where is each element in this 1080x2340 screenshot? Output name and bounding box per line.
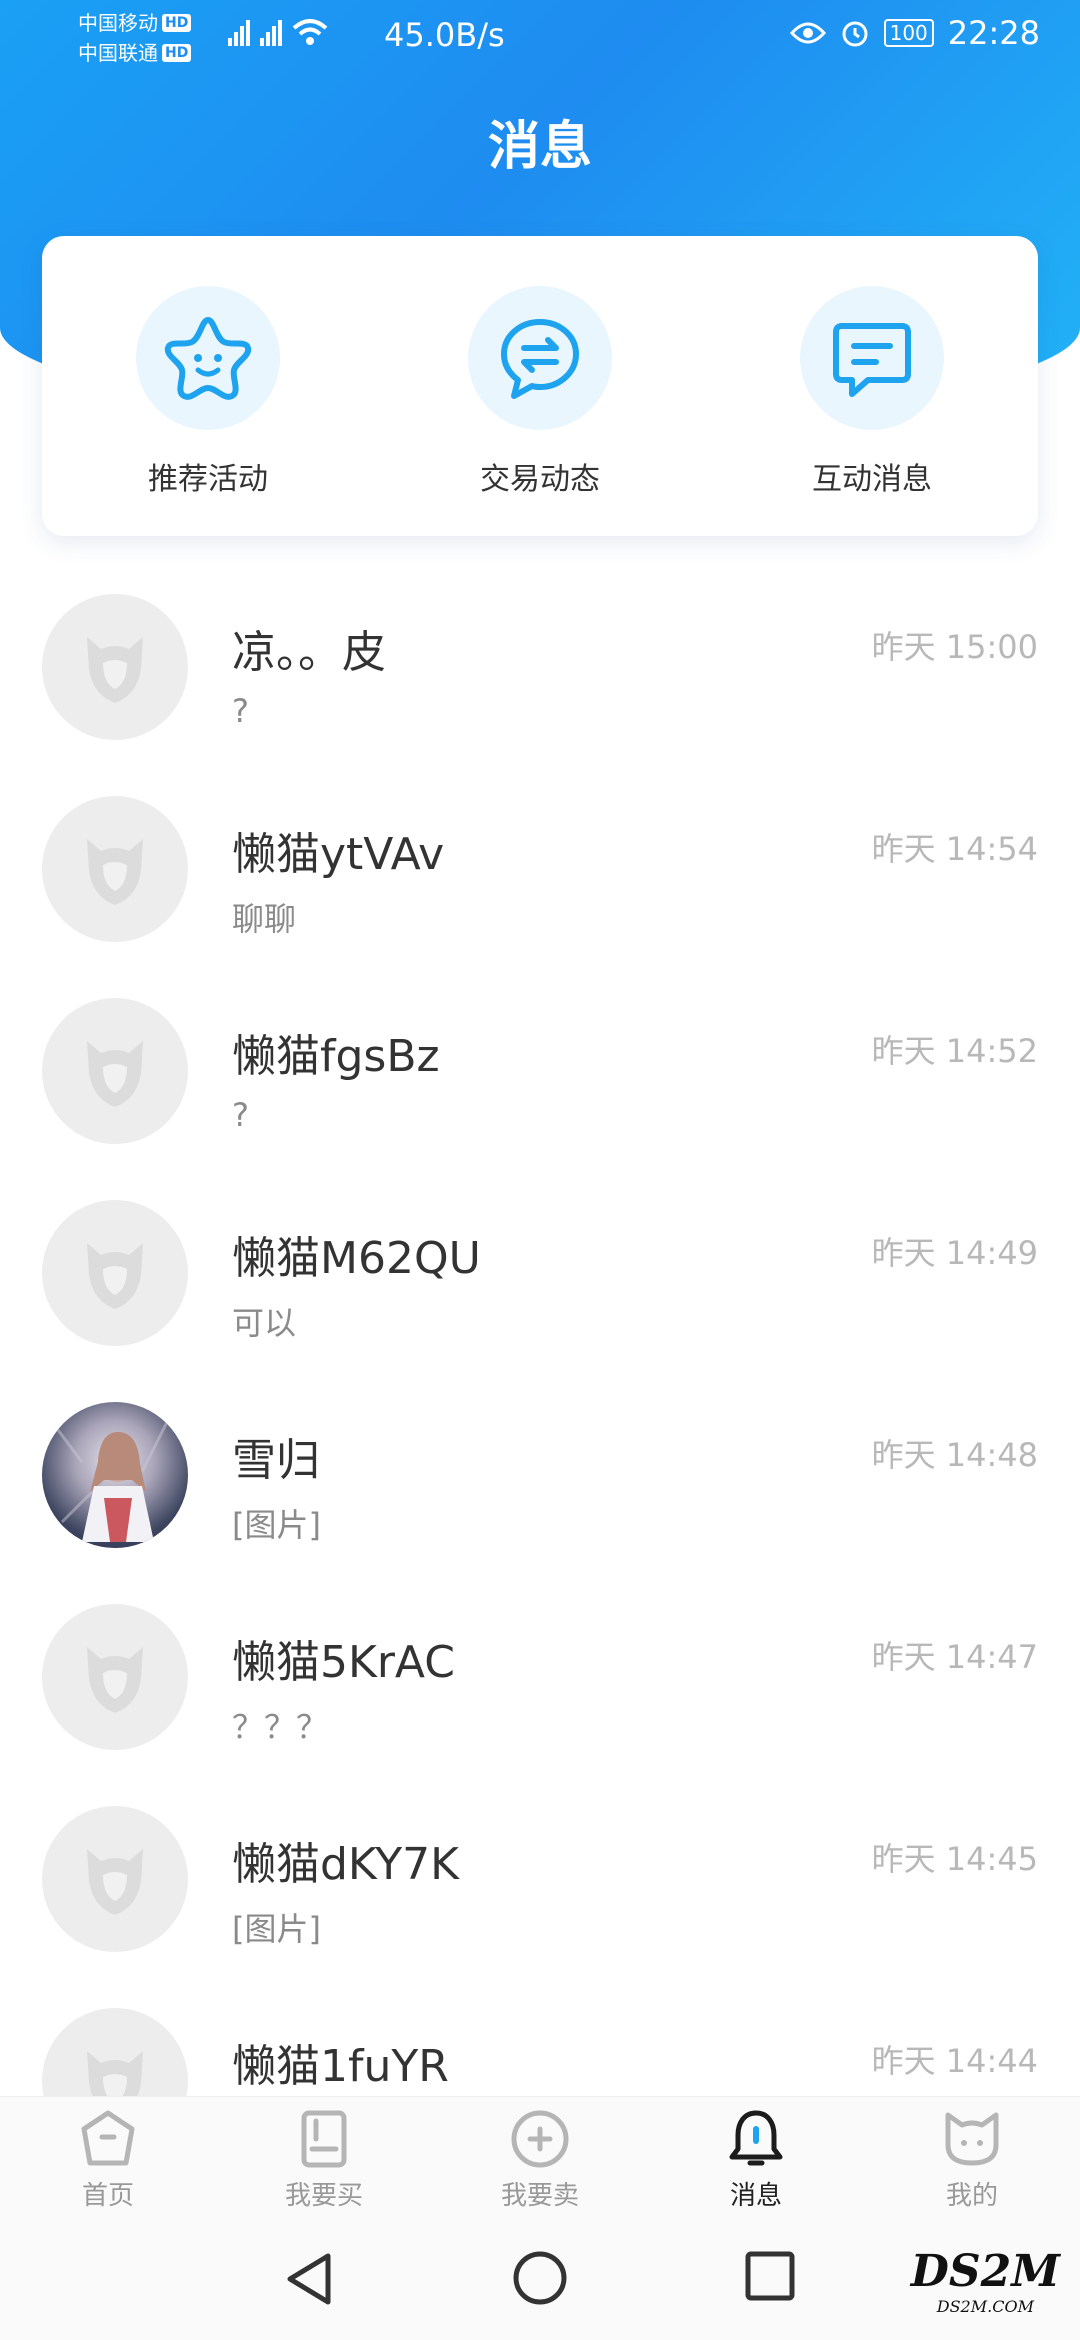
tab-home[interactable]: 首页 <box>0 2097 216 2220</box>
message-sender: 懒猫M62QU <box>232 1233 481 1284</box>
wifi-icon <box>292 19 328 45</box>
tab-label: 消息 <box>729 2181 782 2211</box>
star-smile-icon <box>164 317 252 400</box>
quick-action-label: 互动消息 <box>812 462 932 497</box>
message-time: 昨天 14:45 <box>871 1840 1038 1878</box>
anime-character-icon <box>50 1411 174 1542</box>
status-right: 100 22:28 <box>789 14 1040 52</box>
message-row[interactable]: 雪归 [图片] 昨天 14:48 <box>0 1372 1080 1574</box>
carrier-info: 中国移动 HD 中国联通 HD <box>78 8 192 68</box>
message-sender: 懒猫fgsBz <box>232 1031 440 1082</box>
eye-icon <box>789 22 826 44</box>
anime-photo-avatar[interactable] <box>42 1402 188 1548</box>
quick-action-icon-bg <box>800 286 944 430</box>
battery-indicator: 100 <box>883 19 934 47</box>
status-bar: 中国移动 HD 中国联通 HD 45.0B/s 100 22:28 <box>0 0 1080 72</box>
message-row[interactable]: 懒猫5KrAC ？？？ 昨天 14:47 <box>0 1574 1080 1776</box>
message-row[interactable]: 懒猫dKY7K [图片] 昨天 14:45 <box>0 1776 1080 1978</box>
message-time: 昨天 14:52 <box>871 1032 1038 1070</box>
signal-2-icon <box>260 20 282 46</box>
signal-indicators <box>228 18 328 46</box>
quick-actions-card: 推荐活动 交易动态 互动消息 <box>42 236 1038 536</box>
plus-circle-icon <box>511 2110 569 2168</box>
exchange-bubble-icon <box>501 319 579 399</box>
cat-face-icon <box>945 2112 999 2166</box>
message-list: 凉。。皮 ? 昨天 15:00 懒猫ytVAv 聊聊 昨天 14:54 懒猫fg… <box>0 564 1080 2180</box>
signal-1-icon <box>228 20 250 46</box>
message-time: 昨天 14:48 <box>871 1436 1038 1474</box>
site-watermark: DS2M DS2M.COM <box>911 2246 1060 2316</box>
quick-action-trades[interactable]: 交易动态 <box>420 286 660 498</box>
message-square-icon <box>833 323 911 397</box>
message-time: 昨天 14:54 <box>871 830 1038 868</box>
bottom-tab-bar: 首页 我要买 我要卖 消息 我的 <box>0 2096 1080 2220</box>
watermark-sub: DS2M.COM <box>936 2297 1034 2316</box>
message-preview: 聊聊 <box>232 900 297 938</box>
watermark-main: DS2M <box>910 2246 1060 2297</box>
default-cat-avatar[interactable] <box>42 1604 188 1750</box>
tab-sell[interactable]: 我要卖 <box>432 2097 648 2220</box>
message-preview: ? <box>232 692 249 730</box>
message-sender: 懒猫5KrAC <box>232 1637 455 1688</box>
quick-action-label: 推荐活动 <box>148 462 268 497</box>
message-row[interactable]: 懒猫ytVAv 聊聊 昨天 14:54 <box>0 766 1080 968</box>
net-speed: 45.0B/s <box>384 16 505 54</box>
tab-label: 我要买 <box>284 2181 363 2211</box>
default-cat-avatar[interactable] <box>42 594 188 740</box>
quick-action-icon-bg <box>136 286 280 430</box>
message-row[interactable]: 懒猫M62QU 可以 昨天 14:49 <box>0 1170 1080 1372</box>
message-sender: 懒猫ytVAv <box>232 829 445 880</box>
quick-action-label: 交易动态 <box>480 462 600 497</box>
status-time: 22:28 <box>947 14 1040 52</box>
tab-profile[interactable]: 我的 <box>864 2097 1080 2220</box>
tab-messages[interactable]: 消息 <box>648 2097 864 2220</box>
quick-action-interactions[interactable]: 互动消息 <box>752 286 992 498</box>
hd-badge: HD <box>162 44 192 62</box>
tab-buy[interactable]: 我要买 <box>216 2097 432 2220</box>
default-cat-avatar[interactable] <box>42 796 188 942</box>
message-preview: [图片] <box>232 1910 321 1948</box>
default-cat-avatar[interactable] <box>42 998 188 1144</box>
tab-label: 我要卖 <box>500 2181 579 2211</box>
default-cat-avatar[interactable] <box>42 1806 188 1952</box>
message-time: 昨天 14:47 <box>871 1638 1038 1676</box>
message-time: 昨天 15:00 <box>871 628 1038 666</box>
page-title: 消息 <box>487 117 592 177</box>
message-sender: 懒猫1fuYR <box>232 2041 449 2092</box>
quick-action-icon-bg <box>468 286 612 430</box>
message-preview: ? <box>232 1096 249 1134</box>
cat-shield-icon <box>87 839 143 905</box>
tab-label: 我的 <box>945 2181 998 2211</box>
message-preview: ？？？ <box>232 1708 329 1746</box>
cat-shield-icon <box>87 1647 143 1713</box>
message-preview: [图片] <box>232 1506 321 1544</box>
recents-square-icon[interactable] <box>744 2250 796 2302</box>
carrier-2: 中国联通 <box>78 41 158 65</box>
book-icon <box>301 2110 347 2168</box>
home-circle-icon[interactable] <box>512 2250 568 2306</box>
message-sender: 凉。。皮 <box>232 627 386 678</box>
message-sender: 懒猫dKY7K <box>232 1839 459 1890</box>
default-cat-avatar[interactable] <box>42 1200 188 1346</box>
cat-shield-icon <box>87 1849 143 1915</box>
message-row[interactable]: 凉。。皮 ? 昨天 15:00 <box>0 564 1080 766</box>
tab-label: 首页 <box>81 2181 134 2211</box>
cat-shield-icon <box>87 1243 143 1309</box>
message-time: 昨天 14:49 <box>871 1234 1038 1272</box>
message-row[interactable]: 懒猫fgsBz ? 昨天 14:52 <box>0 968 1080 1170</box>
cat-shield-icon <box>87 637 143 703</box>
alarm-icon <box>842 21 868 47</box>
message-sender: 雪归 <box>232 1435 320 1486</box>
quick-action-recommended[interactable]: 推荐活动 <box>88 286 328 498</box>
message-preview: 可以 <box>232 1304 297 1342</box>
bell-icon <box>729 2110 783 2166</box>
home-icon <box>81 2110 135 2166</box>
back-icon[interactable] <box>282 2250 336 2308</box>
message-time: 昨天 14:44 <box>871 2042 1038 2080</box>
cat-shield-icon <box>87 1041 143 1107</box>
carrier-1: 中国移动 <box>78 11 158 35</box>
hd-badge: HD <box>162 14 192 32</box>
